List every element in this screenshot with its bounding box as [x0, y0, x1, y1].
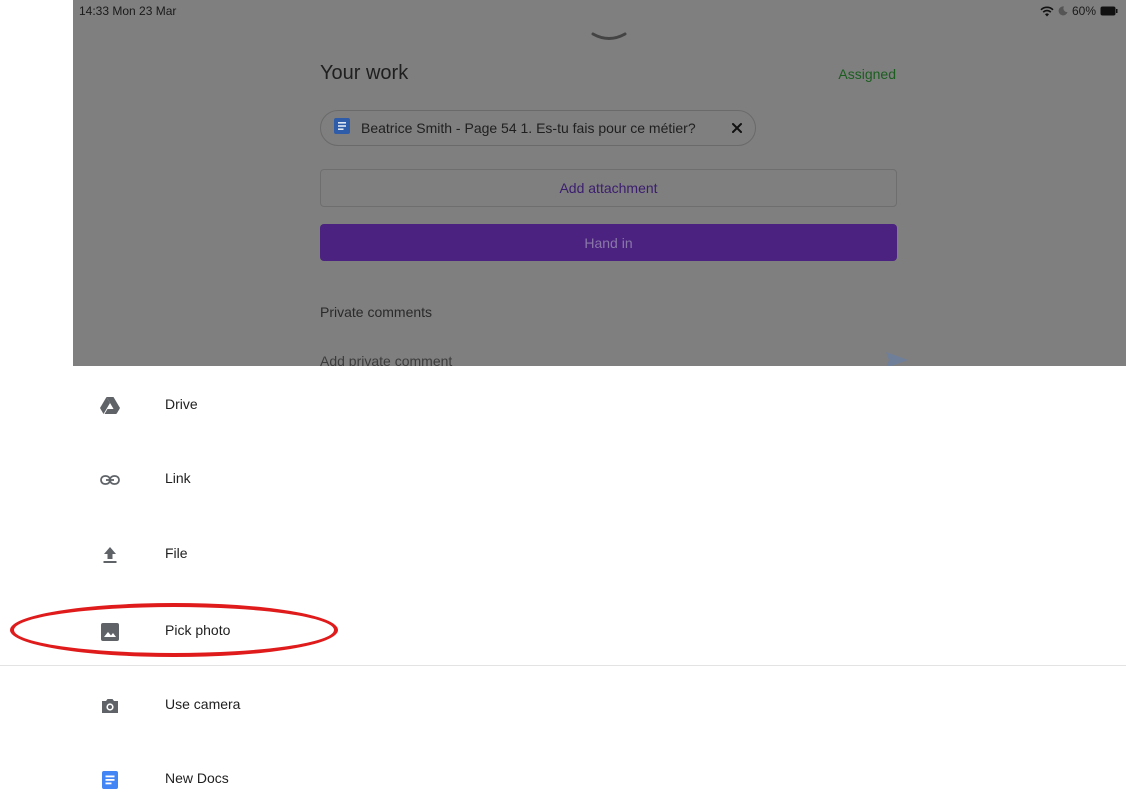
status-indicators: 60% [1040, 4, 1118, 18]
docs-icon [333, 117, 351, 140]
assignment-status: Assigned [838, 66, 896, 82]
status-time: 14:33 Mon 23 Mar [79, 4, 177, 18]
status-bar: 14:33 Mon 23 Mar 60% [73, 0, 1126, 22]
drive-icon [99, 395, 121, 417]
menu-item-label: New Docs [165, 770, 229, 786]
menu-item-drive[interactable]: Drive [0, 385, 1126, 425]
dimmed-assignment-view: 14:33 Mon 23 Mar 60% Your work Assigned … [73, 0, 1126, 366]
menu-item-label: Link [165, 470, 191, 486]
private-comment-input[interactable]: Add private comment [320, 353, 452, 366]
highlight-ring-annotation [10, 603, 338, 657]
wifi-icon [1040, 6, 1054, 17]
menu-item-use-camera[interactable]: Use camera [0, 685, 1126, 725]
hand-in-button[interactable]: Hand in [320, 224, 897, 261]
menu-divider [0, 665, 1126, 666]
do-not-disturb-icon [1058, 6, 1068, 16]
menu-item-link[interactable]: Link [0, 459, 1126, 499]
collapse-chevron-icon[interactable] [591, 30, 627, 48]
menu-item-file[interactable]: File [0, 534, 1126, 574]
menu-item-label: File [165, 545, 188, 561]
menu-item-label: Drive [165, 396, 198, 412]
page-title: Your work [320, 62, 409, 84]
camera-icon [99, 695, 121, 717]
menu-item-label: Use camera [165, 696, 241, 712]
upload-icon [99, 544, 121, 566]
private-comments-heading: Private comments [320, 304, 433, 320]
battery-percent: 60% [1071, 4, 1096, 18]
docs-icon [99, 769, 121, 791]
menu-item-new-docs[interactable]: New Docs [0, 759, 1126, 799]
attachment-options-sheet: Drive Link File Pick photo Use camera Ne… [0, 366, 1126, 789]
attachment-name: Beatrice Smith - Page 54 1. Es-tu fais p… [361, 120, 696, 136]
link-icon [99, 469, 121, 491]
battery-icon [1100, 6, 1118, 16]
add-attachment-button[interactable]: Add attachment [320, 169, 897, 207]
attachment-chip[interactable]: Beatrice Smith - Page 54 1. Es-tu fais p… [320, 110, 756, 146]
send-icon[interactable] [885, 350, 909, 366]
close-icon[interactable] [727, 118, 747, 138]
